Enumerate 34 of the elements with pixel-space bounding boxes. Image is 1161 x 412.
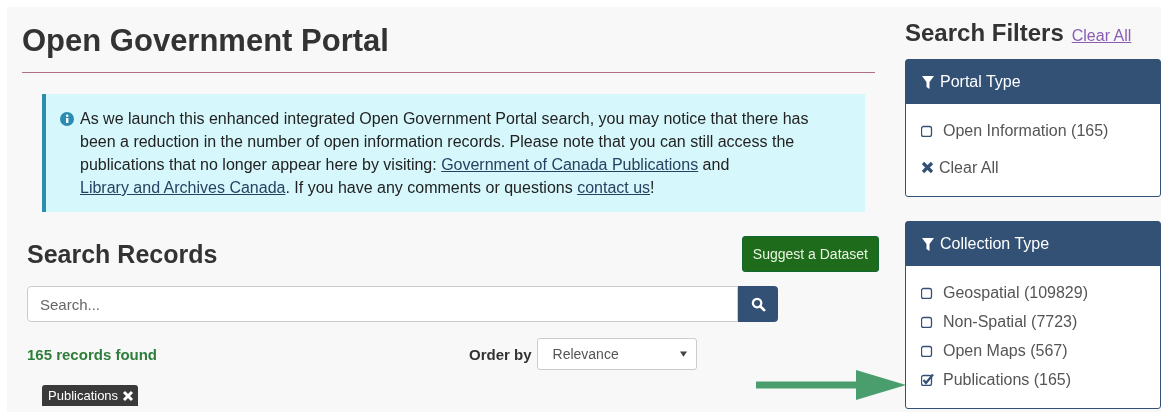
results-count: 165 records found [27, 345, 159, 363]
checkbox[interactable] [921, 315, 934, 328]
notice-text: As we launch this enhanced integrated Open Government Portal search, you may notice that there has been a reduction in the number of open information records. Please note that you can still access the publications that no longer appear here by visiting: Government of Canada Publications and Library and Archives Canada. If you have any comments or questions contact us! [80, 109, 810, 198]
order-select[interactable]: Relevance [536, 338, 697, 370]
caret-icon [679, 351, 687, 357]
search-button[interactable] [738, 286, 778, 322]
page-title: Open Government Portal [22, 23, 875, 73]
checkbox[interactable] [921, 373, 934, 386]
info-icon [60, 112, 74, 126]
clear-all-link[interactable]: Clear All [921, 153, 1145, 182]
panel-title: Collection Type [940, 235, 1050, 253]
checkbox[interactable] [921, 286, 934, 299]
filter-option[interactable]: Publications (165) [921, 365, 1145, 394]
order-by-label: Order by [469, 345, 532, 363]
suggest-dataset-button[interactable]: Suggest a Dataset [741, 236, 879, 272]
panel-title: Portal Type [940, 73, 1021, 91]
link[interactable]: Library and Archives Canada [80, 179, 286, 196]
search-icon [750, 296, 766, 312]
checkbox[interactable] [921, 344, 934, 357]
filter-icon [922, 237, 934, 251]
filter-icon [922, 75, 934, 89]
filter-option[interactable]: Non-Spatial (7723) [921, 307, 1145, 336]
checkbox[interactable] [921, 124, 934, 137]
filter-option[interactable]: Open Information (165) [921, 116, 1145, 145]
sidebar-heading: Search Filters [905, 19, 1064, 47]
section-heading: Search Records [27, 239, 218, 269]
clear-all-link[interactable]: Clear All [1071, 27, 1132, 45]
filter-option[interactable]: Geospatial (109829) [921, 278, 1145, 307]
link[interactable]: Government of Canada Publications [441, 156, 699, 173]
filter-tag[interactable]: Publications [42, 385, 139, 406]
search-field[interactable]: Search... [27, 286, 738, 322]
close-icon [921, 161, 934, 174]
filter-option[interactable]: Open Maps (567) [921, 336, 1145, 365]
close-icon [122, 389, 135, 402]
